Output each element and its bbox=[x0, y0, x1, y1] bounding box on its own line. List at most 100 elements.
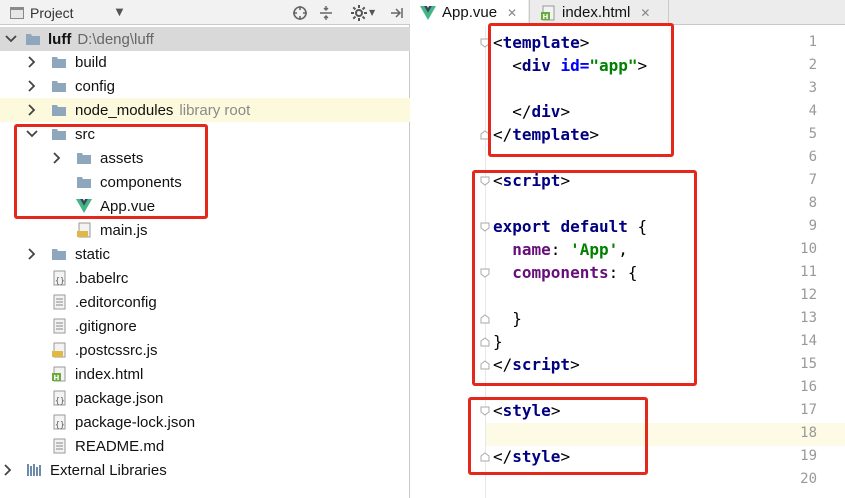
html-file-icon: H bbox=[51, 366, 67, 382]
svg-text:H: H bbox=[54, 374, 60, 382]
tree-item-label: main.js bbox=[100, 221, 148, 239]
line-number: 8 bbox=[808, 195, 817, 211]
folder-icon bbox=[51, 54, 67, 70]
html-file-icon: H bbox=[540, 5, 556, 21]
expanded-arrow-icon[interactable] bbox=[4, 32, 18, 46]
tree-item-label: .babelrc bbox=[75, 269, 129, 287]
tree-item-postcssrc[interactable]: .postcssrc.js bbox=[0, 338, 410, 362]
svg-text:H: H bbox=[543, 13, 549, 21]
project-view-icon bbox=[10, 6, 24, 19]
markdown-file-icon bbox=[51, 438, 67, 454]
tree-item-package-lock-json[interactable]: {} package-lock.json bbox=[0, 410, 410, 434]
tree-item-external-libraries[interactable]: External Libraries bbox=[0, 458, 410, 482]
tab-index-html[interactable]: H index.html ✕ bbox=[529, 0, 669, 25]
line-number: 10 bbox=[800, 241, 817, 257]
tree-item-label: index.html bbox=[75, 365, 144, 383]
root-path: D:\deng\luff bbox=[77, 30, 154, 48]
crosshair-icon[interactable] bbox=[292, 0, 308, 25]
js-file-icon bbox=[76, 222, 92, 238]
project-toolbar: Project ▼ ▼ bbox=[0, 0, 410, 25]
gear-dropdown-icon: ▼ bbox=[369, 8, 376, 17]
project-panel: Project ▼ ▼ luff D:\deng\luff build conf… bbox=[0, 0, 410, 498]
line-number: 14 bbox=[800, 333, 817, 349]
tree-item-main-js[interactable]: main.js bbox=[0, 218, 410, 242]
line-number: 6 bbox=[808, 149, 817, 165]
tab-label: App.vue bbox=[442, 4, 498, 21]
tree-item-label: .postcssrc.js bbox=[75, 341, 158, 359]
tree-item-label: build bbox=[75, 53, 107, 71]
line-number: 9 bbox=[808, 218, 817, 234]
project-view-label: Project bbox=[30, 4, 74, 21]
tree-item-editorconfig[interactable]: .editorconfig bbox=[0, 290, 410, 314]
hide-panel-icon[interactable] bbox=[388, 0, 404, 25]
tree-item-label: README.md bbox=[75, 437, 165, 455]
json-file-icon: {} bbox=[51, 270, 67, 286]
json-file-icon: {} bbox=[51, 414, 67, 430]
line-number: 20 bbox=[800, 471, 817, 487]
collapsed-arrow-icon[interactable] bbox=[25, 55, 39, 69]
tree-item-build[interactable]: build bbox=[0, 50, 410, 74]
line-number: 19 bbox=[800, 448, 817, 464]
library-root-badge: library root bbox=[179, 101, 251, 119]
tree-item-package-json[interactable]: {} package.json bbox=[0, 386, 410, 410]
library-icon bbox=[26, 462, 42, 478]
line-number: 2 bbox=[808, 57, 817, 73]
line-number: 3 bbox=[808, 80, 817, 96]
folder-icon bbox=[51, 246, 67, 262]
tree-item-static[interactable]: static bbox=[0, 242, 410, 266]
line-number: 12 bbox=[800, 287, 817, 303]
tree-item-label: static bbox=[75, 245, 111, 263]
line-number: 11 bbox=[800, 264, 817, 280]
tree-item-index-html[interactable]: H index.html bbox=[0, 362, 410, 386]
collapsed-arrow-icon[interactable] bbox=[1, 463, 15, 477]
svg-text:{}: {} bbox=[55, 420, 65, 429]
collapsed-arrow-icon[interactable] bbox=[25, 103, 39, 117]
tree-item-label: config bbox=[75, 77, 116, 95]
close-icon[interactable]: ✕ bbox=[507, 6, 517, 20]
close-icon[interactable]: ✕ bbox=[640, 6, 650, 20]
text-file-icon bbox=[51, 294, 67, 310]
json-file-icon: {} bbox=[51, 390, 67, 406]
tree-item-config[interactable]: config bbox=[0, 74, 410, 98]
tree-item-label: External Libraries bbox=[50, 461, 167, 479]
tree-item-readme[interactable]: README.md bbox=[0, 434, 410, 458]
gear-icon[interactable]: ▼ bbox=[350, 0, 375, 25]
chevron-down-icon: ▼ bbox=[115, 7, 124, 18]
root-name: luff bbox=[48, 30, 72, 48]
tree-item-label: node_modules bbox=[75, 101, 174, 119]
editor-tab-bar: App.vue ✕ H index.html ✕ bbox=[410, 0, 845, 25]
tree-item-label: .editorconfig bbox=[75, 293, 157, 311]
tree-item-gitignore[interactable]: .gitignore bbox=[0, 314, 410, 338]
folder-icon bbox=[25, 31, 41, 47]
text-file-icon bbox=[51, 318, 67, 334]
svg-text:{}: {} bbox=[55, 396, 65, 405]
tree-item-label: package-lock.json bbox=[75, 413, 196, 431]
tab-app-vue[interactable]: App.vue ✕ bbox=[410, 0, 528, 25]
line-number: 13 bbox=[800, 310, 817, 326]
line-number: 4 bbox=[808, 103, 817, 119]
annotation-box-style bbox=[468, 397, 648, 475]
tree-item-label: .gitignore bbox=[75, 317, 137, 335]
project-view-selector[interactable]: Project ▼ bbox=[10, 0, 123, 25]
line-number: 7 bbox=[808, 172, 817, 188]
line-number: 1 bbox=[808, 34, 817, 50]
tab-label: index.html bbox=[562, 4, 631, 21]
tree-item-babelrc[interactable]: {} .babelrc bbox=[0, 266, 410, 290]
tree-root-luff[interactable]: luff D:\deng\luff bbox=[0, 27, 410, 51]
tree-item-node-modules[interactable]: node_modules library root bbox=[0, 98, 410, 122]
line-number: 18 bbox=[800, 425, 817, 441]
svg-text:{}: {} bbox=[55, 276, 65, 285]
root-label: luff D:\deng\luff bbox=[48, 31, 154, 48]
annotation-box-script bbox=[472, 170, 697, 386]
node-modules-label: node_modules library root bbox=[75, 102, 250, 119]
folder-icon bbox=[51, 102, 67, 118]
annotation-box-src bbox=[14, 124, 208, 219]
collapse-all-icon[interactable] bbox=[318, 0, 334, 25]
annotation-box-template bbox=[488, 23, 674, 157]
line-number: 5 bbox=[808, 126, 817, 142]
collapsed-arrow-icon[interactable] bbox=[25, 247, 39, 261]
line-number: 17 bbox=[800, 402, 817, 418]
collapsed-arrow-icon[interactable] bbox=[25, 79, 39, 93]
tree-item-label: package.json bbox=[75, 389, 164, 407]
folder-icon bbox=[51, 78, 67, 94]
